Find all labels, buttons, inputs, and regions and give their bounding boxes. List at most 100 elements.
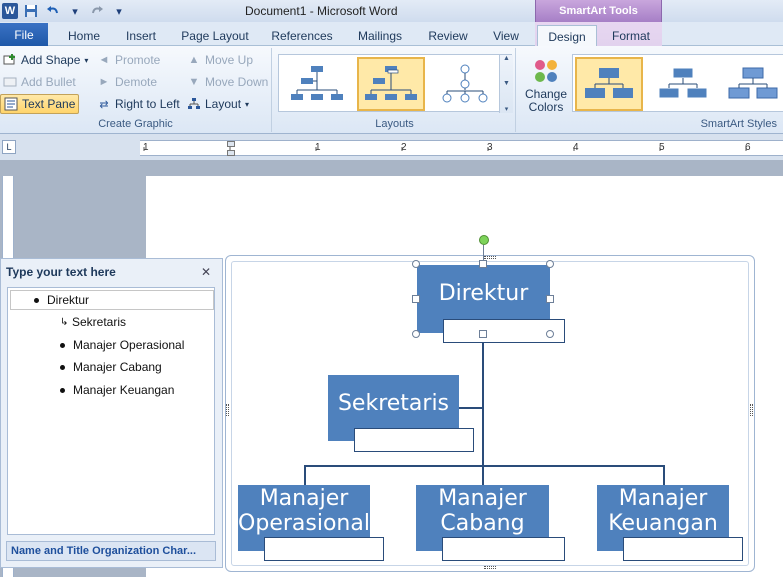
text-pane-list[interactable]: Direktur ↳ Sekretaris Manajer Operasiona…: [7, 287, 215, 535]
resize-handle-bottom-right[interactable]: [546, 330, 554, 338]
scroll-up-icon[interactable]: ▲: [503, 55, 510, 62]
ruler-number: 1: [143, 142, 149, 153]
scroll-down-icon[interactable]: ▼: [503, 80, 510, 87]
smartart-tools-header: SmartArt Tools: [535, 0, 662, 22]
move-down-button[interactable]: ▼ Move Down: [184, 72, 271, 92]
resize-handle-left[interactable]: [412, 295, 420, 303]
change-colors-button[interactable]: Change Colors: [522, 52, 570, 118]
list-item-text: Manajer Cabang: [73, 360, 162, 374]
tab-insert[interactable]: Insert: [116, 25, 166, 46]
demote-icon: ►: [98, 76, 110, 88]
bullet-icon: [60, 342, 65, 348]
frame-grip-bottom[interactable]: [484, 566, 496, 569]
right-to-left-button[interactable]: ⇄ Right to Left: [94, 94, 183, 114]
tab-review[interactable]: Review: [422, 25, 474, 46]
demote-button[interactable]: ► Demote: [94, 72, 160, 92]
style-thumb-subtle-effect[interactable]: [719, 57, 783, 111]
tab-selector-icon[interactable]: L: [2, 140, 16, 154]
move-up-icon: ▲: [188, 54, 200, 66]
save-icon[interactable]: [22, 2, 40, 20]
redo-icon[interactable]: [88, 2, 106, 20]
right-to-left-icon: ⇄: [99, 98, 109, 111]
window-title: Document1 - Microsoft Word: [245, 4, 398, 18]
layout-thumb-org-chart[interactable]: [283, 57, 351, 111]
customize-icon[interactable]: ▾: [110, 2, 128, 20]
close-icon[interactable]: ✕: [199, 265, 213, 279]
undo-icon[interactable]: [44, 2, 62, 20]
layouts-gallery: ▲ ▼ ▾: [278, 54, 513, 113]
layout-thumb-circle-hierarchy[interactable]: [431, 57, 499, 111]
frame-grip-left[interactable]: [226, 404, 229, 416]
rotation-handle[interactable]: [479, 235, 489, 245]
layout-icon: [187, 97, 201, 111]
layout-button[interactable]: Layout ▾: [184, 94, 252, 114]
list-item-text: Manajer Operasional: [73, 338, 185, 352]
tab-page-layout[interactable]: Page Layout: [176, 25, 254, 46]
title-box-sekretaris[interactable]: [354, 428, 474, 452]
ruler-number: 2: [401, 142, 407, 153]
resize-handle-top[interactable]: [479, 260, 487, 268]
tab-file[interactable]: File: [0, 23, 48, 46]
move-down-label: Move Down: [205, 75, 269, 89]
style-thumb-simple-fill[interactable]: [575, 57, 643, 111]
resize-handle-bottom[interactable]: [479, 330, 487, 338]
tab-format[interactable]: Format: [603, 25, 659, 46]
create-graphic-group: Add Shape ▾ Add Bullet Text Pane ◄ Promo…: [0, 48, 272, 132]
more-icon[interactable]: ▾: [505, 105, 509, 113]
right-to-left-label: Right to Left: [115, 97, 180, 111]
layout-label: Layout: [205, 97, 242, 111]
layout-thumb-name-title-org-chart[interactable]: [357, 57, 425, 111]
text-pane-layout-name[interactable]: Name and Title Organization Char...: [6, 541, 216, 561]
resize-handle-right[interactable]: [546, 295, 554, 303]
undo-dropdown-icon[interactable]: ▾: [66, 2, 84, 20]
list-item[interactable]: Manajer Operasional: [60, 336, 184, 354]
list-item-text: Sekretaris: [72, 315, 127, 329]
horizontal-ruler[interactable]: 1 1 2 3 4 5 6: [140, 140, 783, 156]
tab-view[interactable]: View: [486, 25, 526, 46]
list-item[interactable]: Manajer Cabang: [60, 358, 162, 376]
frame-grip-top[interactable]: [484, 256, 496, 259]
smartart-text-pane: Type your text here ✕ Direktur ↳ Sekreta…: [0, 258, 223, 568]
move-up-button[interactable]: ▲ Move Up: [184, 50, 256, 70]
move-up-label: Move Up: [205, 53, 254, 67]
list-item[interactable]: Direktur: [34, 291, 89, 309]
smartart-styles-label: SmartArt Styles: [700, 118, 777, 130]
first-line-indent-marker[interactable]: [227, 141, 235, 147]
layouts-gallery-scroll[interactable]: ▲ ▼ ▾: [499, 55, 513, 113]
promote-label: Promote: [115, 53, 161, 67]
tab-mailings[interactable]: Mailings: [350, 25, 410, 46]
title-box-cabang[interactable]: [442, 537, 565, 561]
word-logo-icon[interactable]: W: [2, 3, 18, 19]
text-pane-button[interactable]: Text Pane: [0, 94, 80, 114]
frame-grip-right[interactable]: [750, 404, 753, 416]
layout-dropdown-icon: ▾: [245, 99, 250, 109]
move-down-icon: ▼: [188, 76, 200, 88]
resize-handle-top-right[interactable]: [546, 260, 554, 268]
resize-handle-bottom-left[interactable]: [412, 330, 420, 338]
add-shape-button[interactable]: Add Shape ▾: [0, 50, 91, 70]
tab-references[interactable]: References: [266, 25, 338, 46]
tab-home[interactable]: Home: [60, 25, 108, 46]
style-thumb-white-outline[interactable]: [649, 57, 717, 111]
ruler-number: 6: [745, 142, 751, 153]
ribbon: Add Shape ▾ Add Bullet Text Pane ◄ Promo…: [0, 46, 783, 134]
promote-button[interactable]: ◄ Promote: [94, 50, 163, 70]
list-item[interactable]: Manajer Keuangan: [60, 381, 174, 399]
list-item-text: Direktur: [47, 293, 90, 307]
hanging-indent-marker[interactable]: [227, 150, 235, 156]
add-bullet-button[interactable]: Add Bullet: [0, 72, 79, 92]
resize-handle-top-left[interactable]: [412, 260, 420, 268]
text-pane-title: Type your text here: [6, 265, 116, 279]
list-item-text: Manajer Keuangan: [73, 383, 175, 397]
connector-assistant: [459, 407, 483, 409]
ribbon-tabs: File Home Insert Page Layout References …: [0, 22, 783, 47]
list-item[interactable]: ↳ Sekretaris: [60, 313, 126, 331]
change-colors-icon: [532, 58, 560, 87]
title-box-operasional[interactable]: [264, 537, 384, 561]
tab-design[interactable]: Design: [537, 25, 597, 47]
create-graphic-label: Create Graphic: [98, 118, 173, 130]
title-box-keuangan[interactable]: [623, 537, 743, 561]
ruler-ticks: [143, 147, 747, 151]
change-colors-label-1: Change: [524, 86, 568, 101]
ruler-area: L 1 1 2 3 4 5 6: [0, 134, 783, 160]
